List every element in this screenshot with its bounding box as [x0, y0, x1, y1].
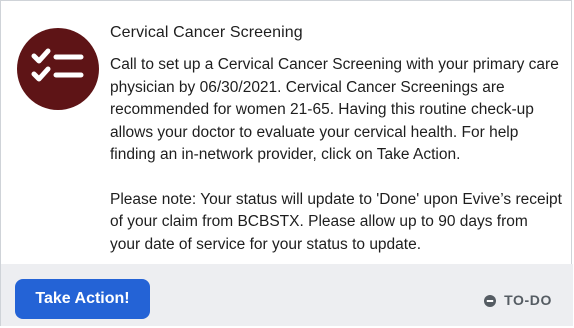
take-action-button[interactable]: Take Action! [15, 279, 150, 319]
checklist-icon [17, 28, 99, 110]
status-label: TO-DO [504, 292, 552, 308]
card-footer: Take Action! TO-DO [1, 264, 573, 326]
status-badge: TO-DO [484, 292, 552, 308]
body-paragraph: Call to set up a Cervical Cancer Screeni… [110, 56, 559, 163]
status-note-paragraph: Please note: Your status will update to … [110, 190, 562, 253]
task-card: Cervical Cancer Screening Call to set up… [0, 0, 573, 326]
minus-circle-icon [484, 294, 497, 307]
card-body: Call to set up a Cervical Cancer Screeni… [110, 54, 562, 256]
card-title: Cervical Cancer Screening [110, 24, 303, 41]
